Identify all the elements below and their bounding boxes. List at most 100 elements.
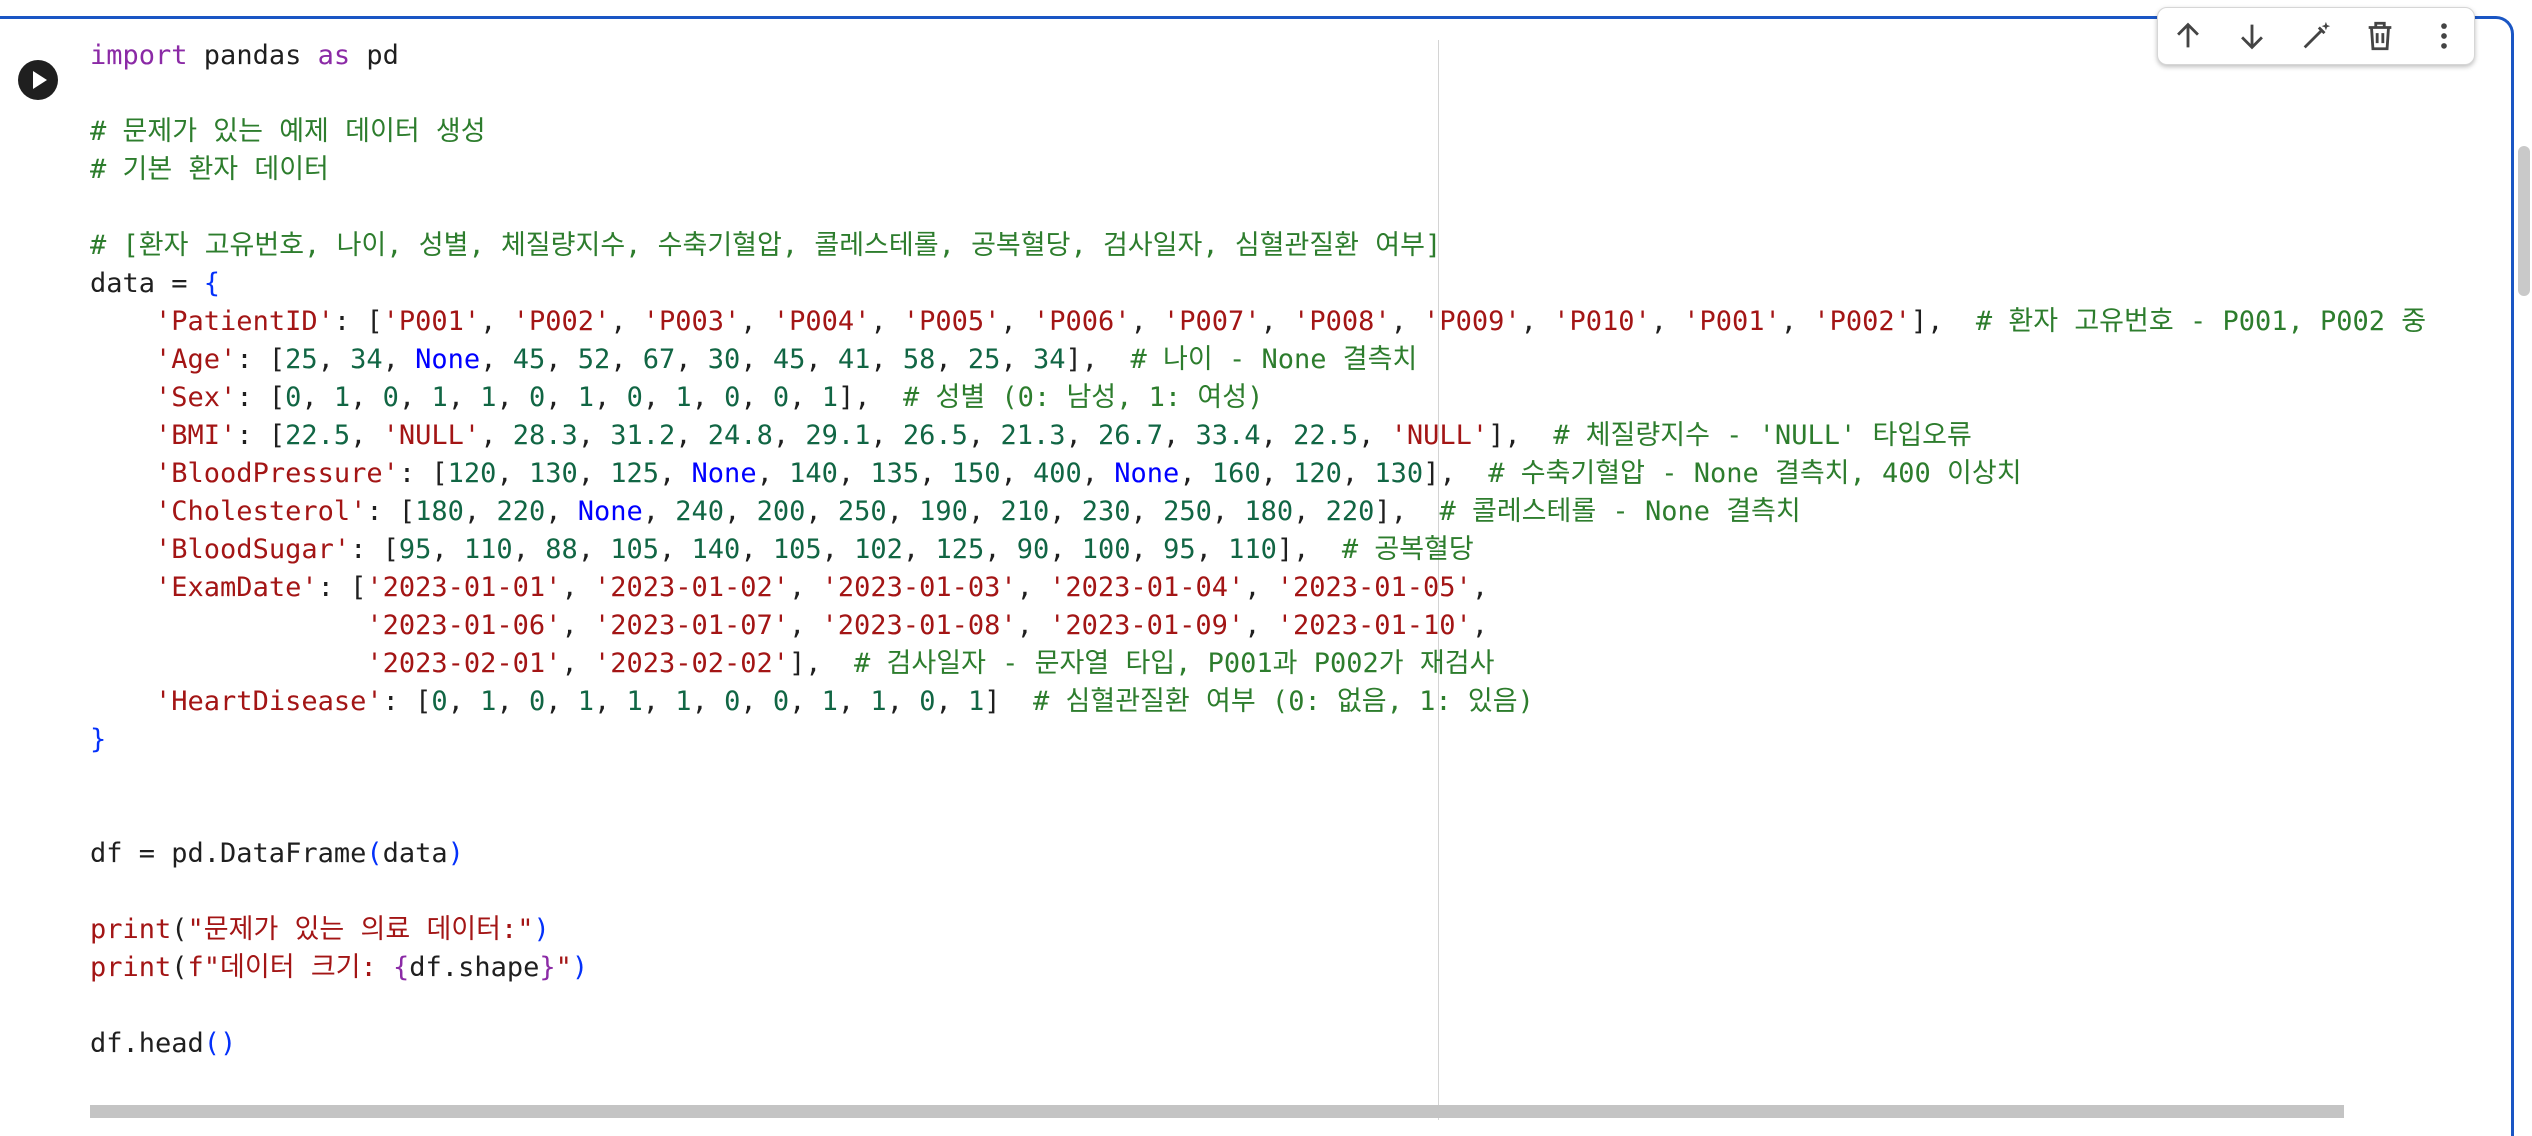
code-token: , bbox=[902, 534, 936, 565]
code-editor[interactable]: import pandas as pd # 문제가 있는 예제 데이터 생성 # … bbox=[90, 37, 2426, 1063]
code-token: , bbox=[642, 686, 676, 717]
code-token: 'ExamDate' bbox=[155, 572, 318, 603]
code-token: 'P008' bbox=[1293, 306, 1391, 337]
code-token: " bbox=[555, 952, 572, 983]
code-token: , bbox=[740, 306, 773, 337]
code-token: 105 bbox=[610, 534, 660, 565]
code-token: { bbox=[393, 952, 410, 983]
code-token: 90 bbox=[1016, 534, 1050, 565]
code-token: , bbox=[789, 610, 822, 641]
code-token: 52 bbox=[577, 344, 611, 375]
code-token: 'P004' bbox=[772, 306, 871, 337]
code-token: , bbox=[480, 344, 513, 375]
code-token: 1 bbox=[870, 686, 887, 717]
code-token: , bbox=[398, 382, 432, 413]
code-token: , bbox=[919, 458, 952, 489]
code-token: , bbox=[1780, 306, 1814, 337]
code-token: , bbox=[1130, 534, 1164, 565]
code-token: , bbox=[1211, 496, 1245, 527]
code-token: 1 bbox=[480, 382, 497, 413]
vertical-scrollbar[interactable] bbox=[2518, 146, 2530, 296]
code-line: '2023-01-06', '2023-01-07', '2023-01-08'… bbox=[90, 607, 2426, 645]
code-token: ) bbox=[447, 838, 464, 869]
code-token: , bbox=[837, 458, 871, 489]
code-token: , bbox=[1000, 344, 1033, 375]
code-token: 105 bbox=[772, 534, 822, 565]
code-token: 125 bbox=[610, 458, 660, 489]
code-token: 135 bbox=[870, 458, 920, 489]
code-token: , bbox=[1358, 420, 1391, 451]
code-token: , bbox=[967, 420, 1001, 451]
code-token: 0 bbox=[772, 382, 790, 413]
code-token: 45 bbox=[512, 344, 546, 375]
code-token: 'P010' bbox=[1553, 306, 1651, 337]
code-token: , bbox=[935, 686, 968, 717]
code-token: : [ bbox=[236, 344, 286, 375]
code-token: 34 bbox=[350, 344, 383, 375]
code-token: 'P009' bbox=[1423, 306, 1521, 337]
code-token: , bbox=[463, 496, 497, 527]
code-line: df.head() bbox=[90, 1025, 2426, 1063]
more-options-button[interactable] bbox=[2424, 16, 2464, 56]
code-token: , bbox=[1244, 572, 1277, 603]
code-token: as bbox=[317, 40, 351, 71]
code-token: , bbox=[1016, 572, 1050, 603]
code-token: 'P005' bbox=[902, 306, 1001, 337]
code-token: , bbox=[675, 420, 708, 451]
code-token: , bbox=[740, 686, 773, 717]
code-token: , bbox=[577, 458, 611, 489]
code-line: # 문제가 있는 예제 데이터 생성 bbox=[90, 113, 2426, 151]
code-token: 29.1 bbox=[805, 420, 871, 451]
code-token: : [ bbox=[317, 572, 367, 603]
code-token: 'P002' bbox=[512, 306, 611, 337]
code-token: , bbox=[561, 572, 594, 603]
code-token: ) bbox=[533, 914, 550, 945]
code-token: None bbox=[415, 344, 481, 375]
run-cell-button[interactable] bbox=[18, 60, 58, 100]
code-token: ( bbox=[171, 914, 188, 945]
code-token: ], bbox=[837, 382, 903, 413]
code-token: 21.3 bbox=[1000, 420, 1066, 451]
code-token: ( bbox=[366, 838, 383, 869]
code-token: print bbox=[90, 952, 172, 983]
code-token: 140 bbox=[789, 458, 838, 489]
code-token: ], bbox=[1276, 534, 1342, 565]
code-token: data = bbox=[90, 268, 204, 299]
code-token: : [ bbox=[333, 306, 383, 337]
code-token: 190 bbox=[919, 496, 968, 527]
horizontal-scrollbar[interactable] bbox=[90, 1105, 2344, 1118]
code-token: ], bbox=[789, 648, 855, 679]
code-token: , bbox=[691, 382, 725, 413]
code-token: , bbox=[1049, 534, 1082, 565]
code-token: , bbox=[577, 420, 611, 451]
code-token: 130 bbox=[528, 458, 578, 489]
code-token: 1 bbox=[821, 382, 838, 413]
code-token: df = pd.DataFrame bbox=[90, 838, 367, 869]
code-token: 'BloodPressure' bbox=[155, 458, 399, 489]
code-token: 0 bbox=[431, 686, 448, 717]
code-token: , bbox=[870, 344, 903, 375]
code-token: , bbox=[496, 382, 529, 413]
code-token: , bbox=[1471, 572, 1489, 603]
code-token: 'Age' bbox=[155, 344, 237, 375]
code-token: 'HeartDisease' bbox=[155, 686, 383, 717]
code-token: 'P006' bbox=[1032, 306, 1131, 337]
code-token: 250 bbox=[837, 496, 887, 527]
code-token: '2023-01-10' bbox=[1276, 610, 1472, 641]
code-token: 210 bbox=[1000, 496, 1050, 527]
code-token: 220 bbox=[496, 496, 546, 527]
code-token: , bbox=[886, 686, 920, 717]
code-token: , bbox=[724, 496, 757, 527]
code-token: , bbox=[1081, 458, 1115, 489]
code-token: , bbox=[756, 458, 790, 489]
code-token: , bbox=[984, 534, 1017, 565]
code-token: '2023-01-07' bbox=[593, 610, 790, 641]
code-token: , bbox=[496, 686, 529, 717]
